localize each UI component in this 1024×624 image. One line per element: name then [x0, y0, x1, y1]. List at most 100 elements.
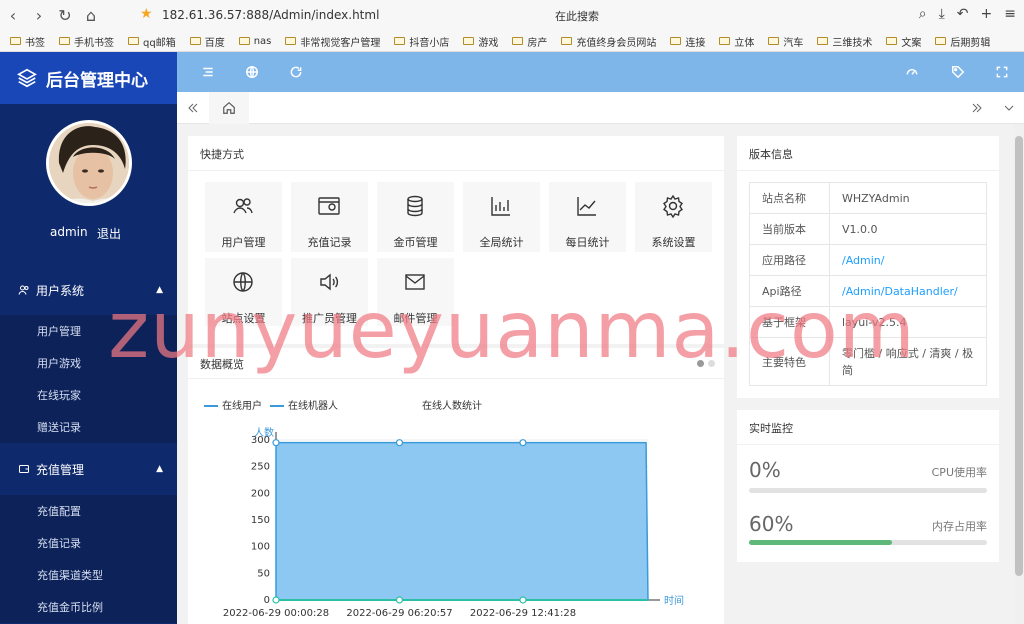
bookmark-item[interactable]: 抖音小店 — [394, 34, 449, 49]
sidebar-item-label: 用户游戏 — [37, 357, 81, 370]
refresh-icon[interactable] — [289, 65, 303, 79]
sidebar-item-label: 充值记录 — [37, 537, 81, 550]
search-icon[interactable]: ⌕ — [919, 6, 927, 22]
chevron-down-icon[interactable] — [1003, 102, 1015, 114]
bookmark-item[interactable]: 连接 — [670, 34, 705, 49]
bookmark-item[interactable]: 手机书签 — [59, 34, 114, 49]
bookmark-item[interactable]: 三维技术 — [817, 34, 872, 49]
url-field[interactable]: 182.61.36.57:888/Admin/index.html — [162, 8, 379, 22]
bookmark-item[interactable]: 汽车 — [768, 34, 803, 49]
sidebar-item-gift-records[interactable]: 赠送记录 — [0, 411, 177, 443]
api-path-link[interactable]: /Admin/DataHandler/ — [829, 275, 987, 307]
globe-icon — [233, 272, 253, 292]
shortcut-daily-stats[interactable]: 每日统计 — [549, 182, 626, 252]
version-value: 零门槛 / 响应式 / 清爽 / 极简 — [829, 337, 987, 386]
sidebar-item-label: 赠送记录 — [37, 421, 81, 434]
user-name[interactable]: admin — [50, 225, 88, 239]
add-icon[interactable]: + — [981, 6, 993, 22]
sidebar-group-user-system[interactable]: 用户系统 ▲ — [0, 270, 177, 310]
y-tick-label: 100 — [251, 542, 270, 553]
dashboard-icon[interactable] — [905, 65, 919, 79]
table-row: 当前版本 V1.0.0 — [749, 213, 987, 245]
bookmark-item[interactable]: 游戏 — [463, 34, 498, 49]
address-bar-row: ‹ › ↻ ⌂ — [0, 0, 1024, 30]
shortcut-recharge-records[interactable]: 充值记录 — [291, 182, 368, 252]
memory-usage-label: 内存占用率 — [932, 520, 987, 533]
series-area-online-users — [275, 441, 649, 601]
shortcut-user-manage[interactable]: 用户管理 — [205, 182, 282, 252]
sidebar-item-online-players[interactable]: 在线玩家 — [0, 379, 177, 411]
shortcut-gold-manage[interactable]: 金币管理 — [377, 182, 454, 252]
caret-up-icon: ▲ — [156, 464, 163, 474]
y-tick-label: 150 — [251, 515, 270, 526]
fullscreen-icon[interactable] — [995, 65, 1009, 79]
bookmark-item[interactable]: 文案 — [886, 34, 921, 49]
shortcuts-card: 快捷方式 用户管理 充值记录 金币管理 全局统计 每日统计 系统设置 站点设置 — [188, 136, 724, 344]
page-scrollbar[interactable] — [1014, 124, 1024, 624]
bookmark-item[interactable]: 充值终身会员网站 — [561, 34, 656, 49]
sidebar-item-user-games[interactable]: 用户游戏 — [0, 347, 177, 379]
caret-up-icon: ▲ — [156, 285, 163, 295]
memory-usage-fill — [749, 540, 892, 545]
data-point — [519, 439, 527, 447]
bookmark-item[interactable]: qq邮箱 — [128, 34, 176, 49]
bookmark-item[interactable]: 立体 — [719, 34, 754, 49]
bookmark-item[interactable]: 百度 — [189, 34, 225, 49]
bookmark-item[interactable]: nas — [238, 36, 271, 47]
y-tick-label: 300 — [251, 435, 270, 446]
shortcut-promoter-manage[interactable]: 推广员管理 — [291, 258, 368, 326]
tab-home[interactable] — [209, 92, 249, 124]
app-logo[interactable]: 后台管理中心 — [0, 52, 177, 104]
y-tick-label: 200 — [251, 488, 270, 499]
sidebar-item-recharge-channel[interactable]: 充值渠道类型 — [0, 559, 177, 591]
shortcut-label: 全局统计 — [479, 236, 524, 249]
globe-icon[interactable] — [245, 65, 259, 79]
scroll-left-icon[interactable] — [187, 102, 199, 114]
sidebar-item-user-manage[interactable]: 用户管理 — [0, 315, 177, 347]
sidebar-item-label: 充值金币比例 — [37, 601, 103, 614]
scrollbar-thumb[interactable] — [1015, 136, 1023, 576]
undo-icon[interactable]: ↶ — [957, 6, 969, 22]
back-icon[interactable]: ‹ — [0, 2, 26, 28]
forward-icon[interactable]: › — [26, 2, 52, 28]
download-icon[interactable]: ⤓ — [939, 6, 945, 22]
sidebar-item-recharge-config[interactable]: 充值配置 — [0, 495, 177, 527]
shortcut-site-settings[interactable]: 站点设置 — [205, 258, 282, 326]
version-key: 应用路径 — [749, 244, 830, 276]
bookmark-item[interactable]: 非常视觉客户管理 — [285, 34, 380, 49]
sidebar-group-recharge[interactable]: 充值管理 ▲ — [0, 449, 177, 489]
browser-chrome: ‹ › ↻ ⌂ ★ 182.61.36.57:888/Admin/index.h… — [0, 0, 1024, 52]
menu-icon[interactable]: ≡ — [1004, 6, 1016, 22]
data-point — [272, 596, 280, 604]
sidebar-item-recharge-records[interactable]: 充值记录 — [0, 527, 177, 559]
version-key: 站点名称 — [749, 182, 830, 214]
shortcut-label: 用户管理 — [221, 236, 266, 249]
home-icon[interactable]: ⌂ — [78, 2, 104, 28]
users-icon — [233, 198, 253, 214]
bookmark-item[interactable]: 书签 — [10, 34, 45, 49]
shortcut-label: 推广员管理 — [302, 312, 357, 325]
scroll-right-icon[interactable] — [971, 102, 983, 114]
bar-chart-icon — [491, 197, 510, 216]
bookmark-item[interactable]: 后期剪辑 — [935, 34, 990, 49]
version-key: 基于框架 — [749, 306, 830, 338]
data-point — [395, 596, 404, 604]
bookmark-star-icon[interactable]: ★ — [140, 6, 153, 22]
cpu-usage-label: CPU使用率 — [931, 466, 987, 479]
app-path-link[interactable]: /Admin/ — [829, 244, 987, 276]
table-row: Api路径/Admin/DataHandler/ — [749, 275, 987, 307]
shortcut-system-settings[interactable]: 系统设置 — [635, 182, 712, 252]
sidebar-item-recharge-ratio[interactable]: 充值金币比例 — [0, 591, 177, 623]
shortcut-global-stats[interactable]: 全局统计 — [463, 182, 540, 252]
data-point — [519, 596, 527, 604]
card-title: 版本信息 — [749, 148, 793, 161]
browser-search-field[interactable]: 在此搜索 — [555, 8, 599, 24]
reload-icon[interactable]: ↻ — [52, 2, 78, 28]
shortcut-mail-manage[interactable]: 邮件管理 — [377, 258, 454, 326]
menu-toggle-icon[interactable] — [201, 65, 215, 79]
bookmark-item[interactable]: 房产 — [512, 34, 547, 49]
logout-link[interactable]: 退出 — [97, 225, 121, 242]
sidebar-item-label: 在线玩家 — [37, 389, 81, 402]
avatar[interactable] — [46, 120, 132, 206]
tag-icon[interactable] — [951, 65, 965, 79]
